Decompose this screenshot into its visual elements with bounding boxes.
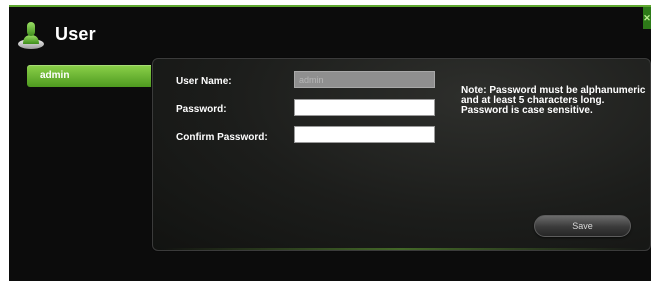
window-title: User <box>55 23 96 44</box>
password-field[interactable] <box>294 99 435 116</box>
password-note: Note: Password must be alphanumeric and … <box>461 85 646 116</box>
user-settings-panel: User Name: Password: Confirm Password: N… <box>152 58 651 251</box>
panel-divider <box>163 248 640 250</box>
username-field <box>294 71 435 88</box>
sidebar-item-admin[interactable]: admin <box>27 65 155 87</box>
username-label: User Name: <box>176 76 232 87</box>
user-list: admin <box>27 65 155 87</box>
user-window: ✕ User admin User Name: admin Password: … <box>9 5 651 281</box>
confirm-password-label: Confirm Password: <box>176 132 268 143</box>
window-header: User <box>17 17 96 51</box>
close-icon[interactable]: ✕ <box>643 7 651 29</box>
password-label: Password: <box>176 104 227 115</box>
save-button[interactable]: Save <box>534 215 631 237</box>
user-icon <box>17 19 45 49</box>
confirm-password-field[interactable] <box>294 126 435 143</box>
